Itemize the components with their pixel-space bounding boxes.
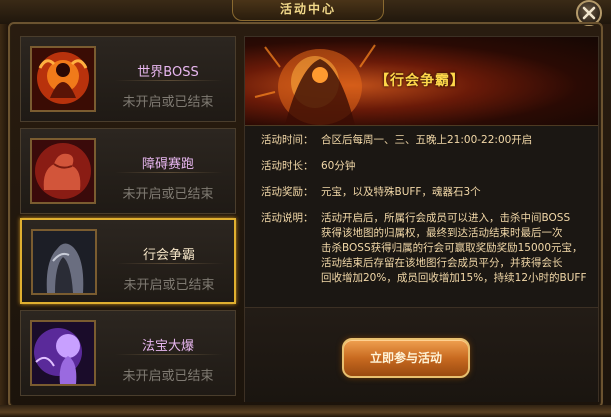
description-line: 活动开启后，所属行会成员可以进入，击杀中间BOSS xyxy=(321,212,571,224)
bottom-frame-edge xyxy=(0,405,611,417)
item-divider xyxy=(116,263,224,264)
activity-item-obstacle-race[interactable]: 障碍赛跑 未开启或已结束 xyxy=(20,128,236,214)
duration-label: 活动时长： xyxy=(261,160,314,172)
burning-demon-icon xyxy=(30,46,96,112)
description-text: 活动开启后，所属行会成员可以进入，击杀中间BOSS 获得该地图的归属权，最终到达… xyxy=(321,211,601,286)
activity-detail-panel: 【行会争霸】 活动时间： 合区后每周一、三、五晚上21:00-22:00开启 活… xyxy=(244,36,599,402)
close-icon xyxy=(582,6,596,20)
activity-center-window: 活动中心 世界BOSS 未开启或已结束 障碍赛跑 未开启或已结束 行会争霸 未开… xyxy=(0,0,611,417)
description-line: 击杀BOSS获得归属的行会可赢取奖励奖励15000元宝， xyxy=(321,242,583,254)
hooded-figure-icon xyxy=(31,229,97,295)
action-area: 立即参与活动 xyxy=(245,307,598,402)
reward-label: 活动奖励： xyxy=(261,186,314,198)
time-value: 合区后每周一、三、五晚上21:00-22:00开启 xyxy=(321,134,533,146)
description-label: 活动说明： xyxy=(261,212,314,224)
activity-item-guild-battle[interactable]: 行会争霸 未开启或已结束 xyxy=(20,218,236,304)
join-activity-button[interactable]: 立即参与活动 xyxy=(342,338,470,378)
activity-banner: 【行会争霸】 xyxy=(245,37,598,126)
activity-status: 未开启或已结束 xyxy=(122,187,214,202)
activity-status: 未开启或已结束 xyxy=(122,369,214,384)
duration-value: 60分钟 xyxy=(321,160,356,172)
reward-value: 元宝，以及特殊BUFF，魂器石3个 xyxy=(321,186,481,198)
item-divider xyxy=(115,172,223,173)
activity-name: 法宝大爆 xyxy=(141,339,194,354)
item-divider xyxy=(115,354,223,355)
window-title: 活动中心 xyxy=(232,0,384,21)
description-line: 获得该地图的归属权，最终到达活动结束时最后一次 xyxy=(321,227,563,239)
description-line: 回收增加20%，成员回收增加15%，持续12小时的BUFF xyxy=(321,272,587,284)
purple-spirit-icon xyxy=(30,320,96,386)
time-label: 活动时间： xyxy=(261,134,314,146)
flexing-arm-icon xyxy=(30,138,96,204)
activity-item-world-boss[interactable]: 世界BOSS 未开启或已结束 xyxy=(20,36,236,122)
item-divider xyxy=(115,80,223,81)
banner-title: 【行会争霸】 xyxy=(375,73,465,89)
activity-item-treasure-burst[interactable]: 法宝大爆 未开启或已结束 xyxy=(20,310,236,396)
activity-status: 未开启或已结束 xyxy=(122,95,214,110)
activity-name: 障碍赛跑 xyxy=(141,157,194,172)
activity-name: 行会争霸 xyxy=(142,248,195,263)
description-line: 活动结束后存留在该地图行会成员平分，并获得会长 xyxy=(321,257,563,269)
activity-name: 世界BOSS xyxy=(137,65,199,80)
activity-list: 世界BOSS 未开启或已结束 障碍赛跑 未开启或已结束 行会争霸 未开启或已结束… xyxy=(20,36,240,402)
activity-status: 未开启或已结束 xyxy=(123,278,215,293)
